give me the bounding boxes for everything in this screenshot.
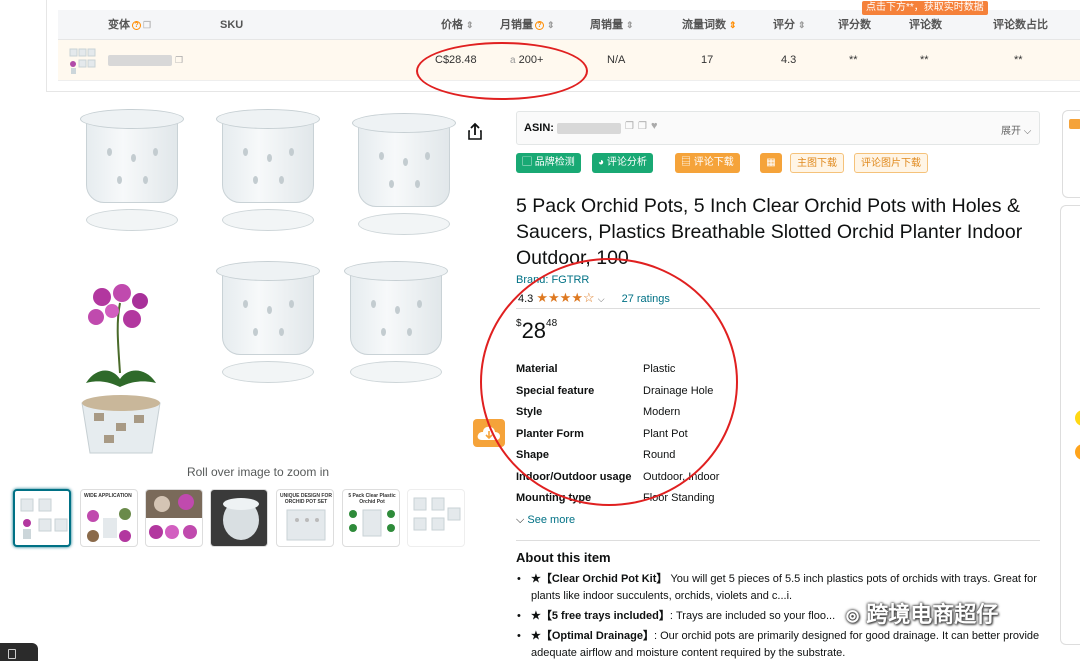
expand-toggle[interactable]: 展开 ⌵ (1001, 122, 1031, 137)
copy-icon[interactable]: ❐ (638, 121, 647, 132)
price-value: C$28.48 (435, 54, 477, 66)
thumbnail[interactable]: WIDE APPLICATION (80, 489, 138, 547)
star-rating-icon: ★★★★☆ (536, 290, 595, 305)
traffic-words-value: 17 (701, 54, 714, 66)
copy-icon[interactable]: ❐ (625, 121, 634, 132)
right-side-panel (1062, 110, 1080, 198)
sku-value: ❐ (108, 40, 183, 81)
col-variant[interactable]: 变体? ❐ (108, 10, 151, 40)
pie-chart-icon: ◕ (598, 157, 605, 168)
rating-value: 4.3 (781, 54, 797, 66)
thumbnail[interactable] (145, 489, 203, 547)
pot-image (344, 261, 454, 387)
brand-check-button[interactable]: ▢ 品牌检测 (516, 153, 581, 173)
list-item: ★【Optimal Drainage】: Our orchid pots are… (517, 628, 1046, 662)
brand-link[interactable]: Brand: FGTRR (516, 274, 589, 286)
thumbnail[interactable]: UNIQUE DESIGN FOR ORCHID POT SET (276, 489, 334, 547)
thumbnail[interactable] (210, 489, 268, 547)
variant-thumbnail (68, 46, 96, 76)
product-title: 5 Pack Orchid Pots, 5 Inch Clear Orchid … (516, 195, 1023, 269)
download-icon: ▤ (681, 157, 691, 168)
copy-icon[interactable]: ❐ (175, 55, 183, 65)
col-price[interactable]: 价格 ⇕ (441, 10, 474, 40)
thumbnail[interactable] (13, 489, 71, 547)
wechat-icon: ⊚ (845, 606, 861, 626)
amazon-icon: a (510, 55, 516, 66)
rating-count-value: ** (849, 54, 858, 66)
blurred-asin (557, 123, 621, 134)
shield-icon: ▢ (522, 157, 532, 168)
copy-icon[interactable]: ❐ (143, 20, 151, 30)
divider (516, 540, 1040, 541)
panel-divider (46, 91, 1080, 92)
realtime-data-tip[interactable]: 点击下方**，获取实时数据 (862, 1, 988, 15)
plugin-badge-icon[interactable] (1069, 119, 1080, 129)
heart-icon[interactable]: ♥ (651, 120, 658, 132)
calculator-icon[interactable]: ▦ (760, 153, 782, 173)
weekly-sales-value: N/A (607, 54, 626, 66)
variant-data-table: 点击下方**，获取实时数据 变体? ❐ SKU 价格 ⇕ 月销量? ⇕ 周销量 ⇕ 流量… (58, 0, 1080, 82)
review-analysis-button[interactable]: ◕ 评论分析 (592, 153, 653, 173)
about-heading: About this item (516, 550, 611, 565)
col-sku: SKU (220, 19, 244, 31)
buy-now-button[interactable] (1075, 444, 1080, 460)
col-rating[interactable]: 评分 ⇕ (773, 10, 806, 40)
col-weekly-sales[interactable]: 周销量 ⇕ (590, 10, 634, 40)
review-download-button[interactable]: ▤ 评论下载 (675, 153, 740, 173)
thumbnail[interactable]: 5 Pack Clear Plastic Orchid Pot (342, 489, 400, 547)
asin-bar: ASIN: ❐ ❐ ♥ 展开 ⌵ (516, 111, 1040, 145)
review-ratio-value: ** (1014, 54, 1023, 66)
sort-icon[interactable]: ⇕ (626, 20, 634, 30)
table-row[interactable]: ❐ C$28.48 a 200+ N/A 17 4.3 ** ** ** (58, 40, 1080, 81)
zoom-hint: Roll over image to zoom in (186, 465, 330, 479)
asin-label: ASIN: (524, 122, 554, 134)
thumbnail[interactable] (407, 489, 465, 547)
main-image-download-button[interactable]: 主图下载 (790, 153, 844, 173)
help-icon[interactable]: ? (535, 20, 544, 30)
rating-summary[interactable]: 4.3 ★★★★☆ ⌵ 27 ratings (518, 290, 670, 305)
blurred-sku (108, 54, 172, 66)
orchid-plant-image (81, 284, 161, 454)
rating-number: 4.3 (518, 293, 534, 305)
chevron-down-icon[interactable]: ⌵ (598, 294, 605, 304)
sort-icon[interactable]: ⇕ (547, 20, 555, 30)
pot-image (352, 113, 462, 239)
ratings-count-link[interactable]: 27 ratings (622, 293, 670, 305)
price: $2848 (516, 318, 558, 343)
see-more-link[interactable]: ⌵ See more (516, 514, 575, 527)
document-icon (8, 649, 16, 659)
buy-box-panel (1060, 205, 1080, 645)
divider (516, 308, 1040, 309)
col-monthly-sales[interactable]: 月销量? ⇕ (500, 10, 555, 40)
sort-icon[interactable]: ⇕ (466, 20, 474, 30)
sort-icon[interactable]: ⇕ (729, 20, 737, 30)
bottom-tab[interactable] (0, 643, 38, 661)
pot-image (216, 261, 326, 387)
review-image-download-button[interactable]: 评论图片下载 (854, 153, 928, 173)
watermark: ⊚ 跨境电商超仔 (845, 602, 999, 627)
add-to-cart-button[interactable] (1075, 410, 1080, 426)
col-review-ratio: 评论数占比 (993, 19, 1048, 31)
help-icon[interactable]: ? (132, 20, 141, 30)
pot-image (80, 109, 190, 235)
cloud-download-icon[interactable] (473, 419, 505, 447)
pot-image (216, 109, 326, 235)
product-image-gallery[interactable]: Roll over image to zoom in WIDE APPLICAT… (0, 95, 500, 565)
chevron-down-icon: ⌵ (516, 514, 525, 526)
panel-divider (46, 0, 47, 92)
col-traffic-words[interactable]: 流量词数 ⇕ (682, 10, 737, 40)
monthly-sales-value: a 200+ (510, 54, 544, 66)
review-count-value: ** (920, 54, 929, 66)
share-icon[interactable] (462, 119, 488, 145)
sort-icon[interactable]: ⇕ (798, 20, 806, 30)
